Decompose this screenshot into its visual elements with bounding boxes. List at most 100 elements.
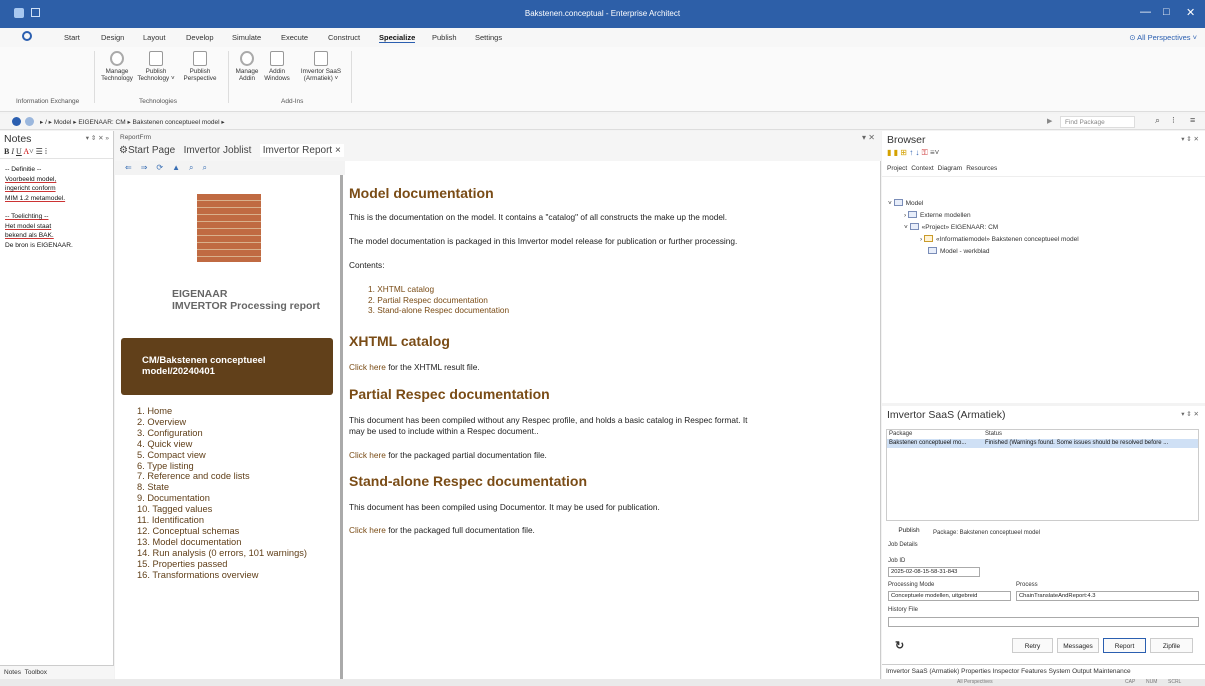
options-icon[interactable]: ⁝ xyxy=(1172,115,1175,126)
job-id-field[interactable]: 2025-02-08-15-58-31-843 xyxy=(888,567,980,577)
paragraph: This document has been compiled using Do… xyxy=(349,502,660,512)
tree-node-project[interactable]: ˅ «Project» EIGENAAR: CM xyxy=(904,223,998,231)
panel-controls-icon[interactable]: ▾ ⇕ ✕ xyxy=(1181,135,1199,143)
manage-technology-button[interactable]: Manage Technology xyxy=(100,51,134,82)
report-nav-link[interactable]: 14. Run analysis (0 errors, 101 warnings… xyxy=(137,548,307,559)
ea-logo-icon[interactable] xyxy=(22,31,32,41)
tab-toolbox[interactable]: Toolbox xyxy=(25,669,47,676)
contents-link-xhtml[interactable]: 1. XHTML catalog xyxy=(368,284,509,295)
notes-body[interactable]: -- Definitie -- Voorbeeld model, ingericht… xyxy=(0,159,113,256)
menu-simulate[interactable]: Simulate xyxy=(232,33,261,42)
report-nav-link[interactable]: 4. Quick view xyxy=(137,439,307,450)
tab-imvertor-joblist[interactable]: Imvertor Joblist xyxy=(184,145,252,156)
menu-construct[interactable]: Construct xyxy=(328,33,360,42)
close-icon[interactable]: ✕ xyxy=(1186,6,1195,19)
tab-notes[interactable]: Notes xyxy=(4,669,21,676)
menu-execute[interactable]: Execute xyxy=(281,33,308,42)
refresh-icon[interactable]: ↻ xyxy=(895,639,904,652)
tree-node-model[interactable]: ˅ Model xyxy=(888,199,923,207)
report-nav-link[interactable]: 12. Conceptual schemas xyxy=(137,526,307,537)
tab-features[interactable]: Features xyxy=(1021,668,1047,675)
zipfile-button[interactable]: Zipfile xyxy=(1150,638,1193,653)
tab-maintenance[interactable]: Maintenance xyxy=(1093,668,1130,675)
tab-resources[interactable]: Resources xyxy=(966,165,997,172)
publish-technology-button[interactable]: Publish Technology ˅ xyxy=(136,51,176,82)
history-file-field[interactable] xyxy=(888,617,1199,627)
table-row[interactable]: Bakstenen conceptueel mo... Finished (War… xyxy=(887,439,1198,448)
processing-mode-field[interactable]: Conceptuele modellen, uitgebreid xyxy=(888,591,1011,601)
tree-node-werkblad[interactable]: Model - werkblad xyxy=(928,247,990,255)
report-nav-link[interactable]: 2. Overview xyxy=(137,417,307,428)
menu-design[interactable]: Design xyxy=(101,33,124,42)
publish-icon xyxy=(149,51,163,66)
tab-diagram[interactable]: Diagram xyxy=(938,165,963,172)
tab-project[interactable]: Project xyxy=(887,165,907,172)
menu-specialize[interactable]: Specialize xyxy=(379,33,416,43)
contents-link-standalone[interactable]: 3. Stand-alone Respec documentation xyxy=(368,305,509,316)
tab-strip-controls-icon[interactable]: ▾ ✕ xyxy=(862,133,875,142)
menu-start[interactable]: Start xyxy=(64,33,80,42)
report-nav-link[interactable]: 15. Properties passed xyxy=(137,559,307,570)
report-nav-link[interactable]: 10. Tagged values xyxy=(137,504,307,515)
notes-format-toolbar[interactable]: B I U A˅ ☰ ⁞ xyxy=(0,145,113,159)
report-nav-link[interactable]: 7. Reference and code lists xyxy=(137,471,307,482)
start-page-icon: ⚙ xyxy=(119,145,128,156)
maximize-icon[interactable]: □ xyxy=(1163,6,1170,18)
tree-node-externe-modellen[interactable]: › Externe modellen xyxy=(904,211,971,219)
report-nav-link[interactable]: 6. Type listing xyxy=(137,461,307,472)
forward-icon[interactable] xyxy=(25,117,34,126)
panel-controls-icon[interactable]: ▾ ⇕ ✕ » xyxy=(86,134,109,142)
browser-panel: Browser ▾ ⇕ ✕ ▮ ▮ ⊞ ↑ ↓ ⚿ ≡˅ Project Conte… xyxy=(882,131,1205,403)
retry-button[interactable]: Retry xyxy=(1012,638,1053,653)
manage-addin-button[interactable]: Manage Addin xyxy=(233,51,261,82)
all-perspectives-link[interactable]: ⊙ All Perspectives ˅ xyxy=(1129,33,1197,42)
report-toolbar[interactable]: ⇐⇒⟳▲⌕⌕ xyxy=(115,161,345,175)
report-nav-link[interactable]: 11. Identification xyxy=(137,515,307,526)
tab-properties[interactable]: Properties xyxy=(961,668,991,675)
messages-button[interactable]: Messages xyxy=(1057,638,1099,653)
browser-toolbar[interactable]: ▮ ▮ ⊞ ↑ ↓ ⚿ ≡˅ xyxy=(882,147,1205,161)
heading-partial-respec: Partial Respec documentation xyxy=(349,386,550,402)
note-spacer xyxy=(5,203,108,212)
tab-context[interactable]: Context xyxy=(911,165,933,172)
tree-node-informatiemodel[interactable]: › «Informatiemodel» Bakstenen conceptuee… xyxy=(920,235,1079,243)
contents-link-partial[interactable]: 2. Partial Respec documentation xyxy=(368,295,509,306)
ribbon-divider xyxy=(228,51,229,103)
click-here-link[interactable]: Click here xyxy=(349,525,386,535)
tab-imvertor-saas[interactable]: Imvertor SaaS (Armatiek) xyxy=(886,668,959,675)
imvertor-saas-button[interactable]: Imvertor SaaS (Armatiek) ˅ xyxy=(297,51,345,82)
process-field[interactable]: ChainTranslateAndReport:4.3 xyxy=(1016,591,1199,601)
tab-system-output[interactable]: System Output xyxy=(1049,668,1092,675)
tab-inspector[interactable]: Inspector xyxy=(993,668,1020,675)
find-arrow-icon[interactable]: ▶ xyxy=(1047,117,1052,125)
status-perspectives[interactable]: All Perspectives xyxy=(957,679,993,685)
tab-start-page[interactable]: Start Page xyxy=(128,145,175,156)
breadcrumb[interactable]: ▸ / ▸ Model ▸ EIGENAAR: CM ▸ Bakstenen c… xyxy=(40,118,225,126)
report-nav-link[interactable]: 16. Transformations overview xyxy=(137,570,307,581)
click-here-link[interactable]: Click here xyxy=(349,450,386,460)
back-icon[interactable] xyxy=(12,117,21,126)
publish-perspective-button[interactable]: Publish Perspective xyxy=(180,51,220,82)
find-package-input[interactable]: Find Package xyxy=(1060,116,1135,128)
report-button[interactable]: Report xyxy=(1103,638,1146,653)
package-icon xyxy=(907,211,917,218)
note-line: -- Definitie -- xyxy=(5,166,42,173)
report-nav-link[interactable]: 9. Documentation xyxy=(137,493,307,504)
tab-imvertor-report[interactable]: Imvertor Report × xyxy=(259,144,344,157)
search-icon[interactable]: ⌕ xyxy=(1155,115,1160,126)
report-nav-link[interactable]: 8. State xyxy=(137,482,307,493)
report-nav-link[interactable]: 5. Compact view xyxy=(137,450,307,461)
menu-icon[interactable]: ≡ xyxy=(1190,115,1195,125)
publish-tab[interactable]: Publish xyxy=(893,523,925,538)
menu-develop[interactable]: Develop xyxy=(186,33,214,42)
report-nav-link[interactable]: 13. Model documentation xyxy=(137,537,307,548)
menu-settings[interactable]: Settings xyxy=(475,33,502,42)
addin-windows-button[interactable]: Addin Windows xyxy=(263,51,291,82)
click-here-link[interactable]: Click here xyxy=(349,362,386,372)
menu-layout[interactable]: Layout xyxy=(143,33,166,42)
menu-publish[interactable]: Publish xyxy=(432,33,457,42)
report-nav-link[interactable]: 1. Home xyxy=(137,406,307,417)
report-nav-link[interactable]: 3. Configuration xyxy=(137,428,307,439)
minimize-icon[interactable]: — xyxy=(1140,6,1151,18)
panel-controls-icon[interactable]: ▾ ⇕ ✕ xyxy=(1181,410,1199,418)
